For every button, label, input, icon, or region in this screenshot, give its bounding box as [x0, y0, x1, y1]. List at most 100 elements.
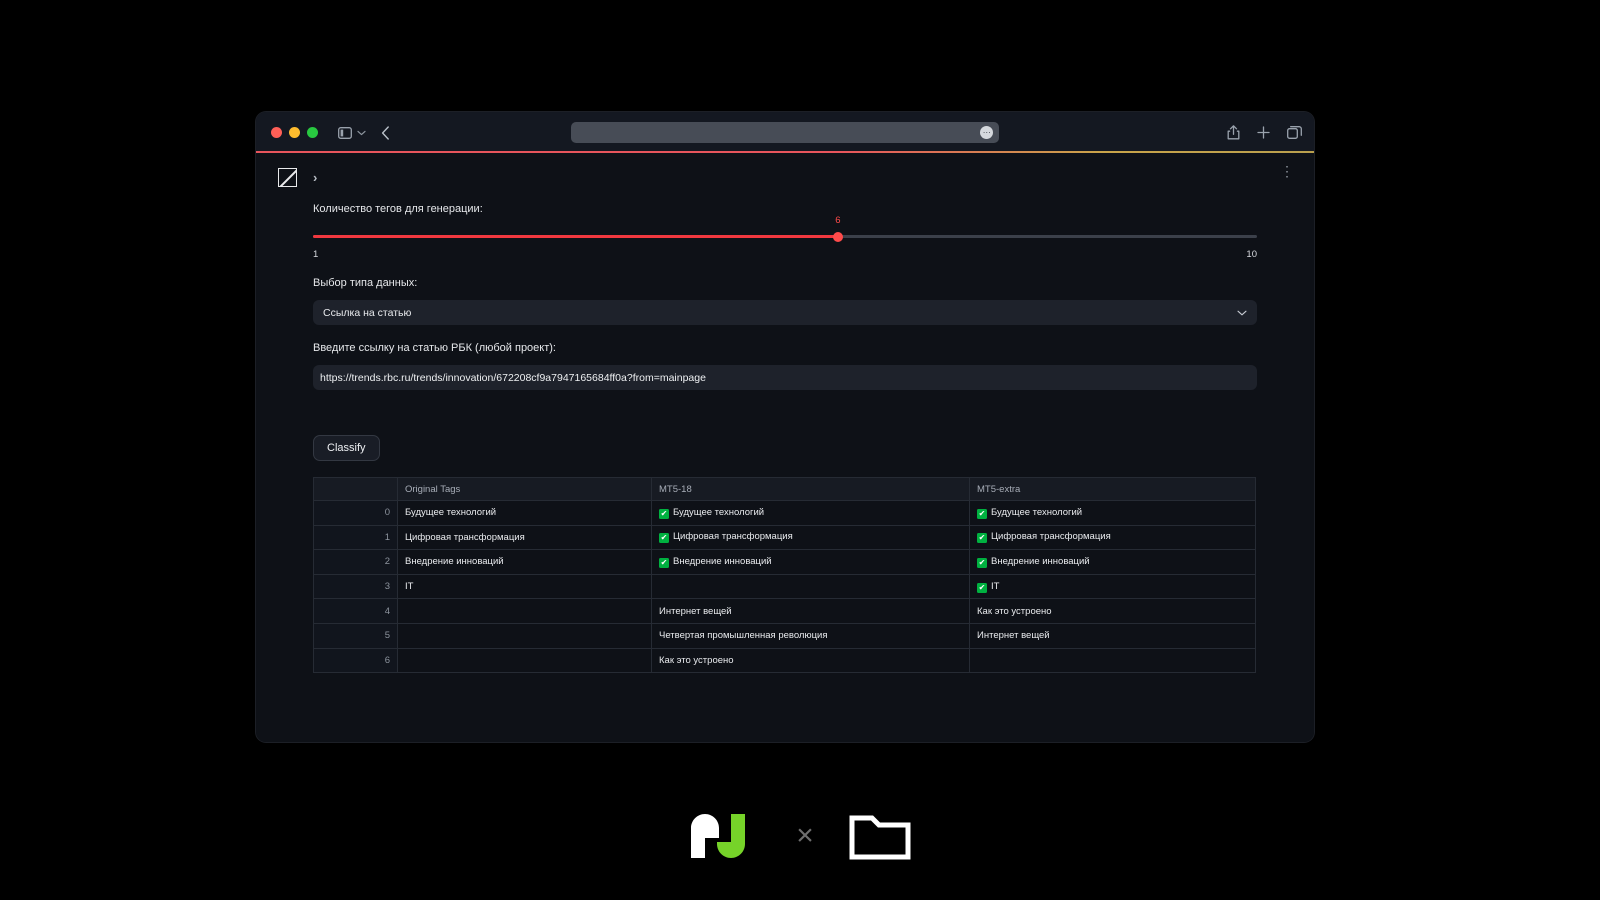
- cell-text: Внедрение инноваций: [673, 555, 772, 567]
- original-tag-cell: [397, 622, 652, 649]
- checkmark-icon: ✔: [659, 557, 669, 568]
- app-overflow-menu-icon[interactable]: ⋮: [1280, 164, 1294, 178]
- mt5-18-cell: [651, 573, 970, 600]
- table-body: 0 Будущее технологий ✔ Будущее технологий ✔ Б…: [313, 500, 1256, 674]
- cell-text: Будущее технологий: [673, 506, 765, 518]
- address-bar[interactable]: ⋯: [571, 122, 999, 143]
- original-tag-cell: Будущее технологий: [397, 500, 652, 526]
- tag-count-slider-label: Количество тегов для генерации:: [313, 203, 483, 215]
- table-header-row: Original Tags MT5-18 MT5-extra: [313, 477, 1256, 501]
- mt5-extra-cell: ✔ IT: [969, 573, 1256, 600]
- footer-logos: ×: [0, 800, 1600, 872]
- cell-text: Интернет вещей: [977, 630, 1050, 642]
- sidebar-toggle-icon[interactable]: [338, 121, 352, 145]
- checkmark-icon: ✔: [977, 533, 987, 544]
- mt5-extra-cell: Как это устроено: [969, 598, 1256, 624]
- column-header-mt5-18: MT5-18: [651, 477, 970, 501]
- slider-max-label: 10: [1246, 249, 1257, 260]
- mt5-extra-cell: [969, 647, 1256, 674]
- mt5-18-cell: ✔ Будущее технологий: [651, 500, 970, 526]
- app-header: › ⋮: [256, 153, 1314, 201]
- tab-overview-icon[interactable]: [1287, 121, 1302, 145]
- row-index-cell: 5: [313, 622, 398, 649]
- cell-text: Цифровая трансформация: [673, 531, 793, 543]
- original-tag-cell: [397, 647, 652, 674]
- original-tag-cell: IT: [397, 573, 652, 600]
- mt5-extra-cell: ✔ Будущее технологий: [969, 500, 1256, 526]
- chevron-down-icon[interactable]: [357, 121, 366, 145]
- slider-value-label: 6: [835, 215, 841, 226]
- chevron-down-icon[interactable]: [1237, 307, 1247, 319]
- checkmark-icon: ✔: [659, 508, 669, 519]
- data-type-select-group: Выбор типа данных: Ссылка на статью: [313, 277, 1257, 325]
- extension-badge-icon[interactable]: ⋯: [980, 126, 993, 139]
- mt5-18-cell: Четвертая промышленная революция: [651, 622, 970, 649]
- mt5-extra-cell: ✔ Внедрение инноваций: [969, 549, 1256, 575]
- slider-fill: [313, 235, 838, 238]
- data-type-select[interactable]: Ссылка на статью: [313, 300, 1257, 325]
- table-row: 0 Будущее технологий ✔ Будущее технологий ✔ Б…: [313, 500, 1256, 526]
- streamlit-app: › ⋮ Количество тегов для генерации: 6 1 …: [256, 153, 1314, 742]
- checkmark-icon: ✔: [977, 582, 987, 593]
- row-index-cell: 0: [313, 500, 398, 526]
- close-window-button[interactable]: [271, 127, 282, 138]
- expand-sidebar-chevron-icon[interactable]: ›: [313, 170, 317, 185]
- new-tab-icon[interactable]: [1257, 121, 1270, 145]
- minimize-window-button[interactable]: [289, 127, 300, 138]
- table-row: 3 IT ✔ IT: [313, 573, 1256, 600]
- cell-text: Четвертая промышленная революция: [659, 630, 828, 642]
- table-header: Original Tags MT5-18 MT5-extra: [313, 477, 1256, 501]
- mt5-18-cell: Как это устроено: [651, 647, 970, 674]
- cross-separator-icon: ×: [796, 819, 814, 852]
- row-index-cell: 6: [313, 647, 398, 674]
- original-tag-cell: [397, 598, 652, 624]
- table-row: 1 Цифровая трансформация ✔ Цифровая трансфо…: [313, 524, 1256, 551]
- mt5-18-cell: Интернет вещей: [651, 598, 970, 624]
- cell-text: Внедрение инноваций: [991, 555, 1090, 567]
- checkmark-icon: ✔: [977, 508, 987, 519]
- slider-thumb[interactable]: [832, 231, 843, 242]
- app-content: Количество тегов для генерации: 6 1 10 В…: [256, 203, 1314, 674]
- brand-logo-icon: [691, 814, 746, 858]
- share-icon[interactable]: [1227, 121, 1240, 145]
- mt5-extra-cell: Интернет вещей: [969, 622, 1256, 649]
- row-index-cell: 4: [313, 598, 398, 624]
- data-type-select-value: Ссылка на статью: [323, 306, 412, 319]
- column-header-original-tags: Original Tags: [397, 477, 652, 501]
- cell-text: Интернет вещей: [659, 605, 732, 617]
- original-tag-cell: Цифровая трансформация: [397, 524, 652, 551]
- cell-text: Цифровая трансформация: [991, 531, 1111, 543]
- broken-image-icon: [278, 167, 297, 187]
- mt5-18-cell: ✔ Внедрение инноваций: [651, 549, 970, 575]
- table-row: 2 Внедрение инноваций ✔ Внедрение инноваций…: [313, 549, 1256, 575]
- checkmark-icon: ✔: [659, 533, 669, 544]
- classification-results-table: Original Tags MT5-18 MT5-extra 0 Будущее …: [313, 477, 1256, 674]
- article-url-group: Введите ссылку на статью РБК (любой прое…: [313, 342, 1257, 390]
- mt5-extra-cell: ✔ Цифровая трансформация: [969, 524, 1256, 551]
- table-row: 5 Четвертая промышленная революция Интерне…: [313, 622, 1256, 649]
- tag-count-slider[interactable]: 6: [313, 215, 1257, 248]
- back-button[interactable]: [381, 121, 390, 145]
- table-row: 4 Интернет вещей Как это устроено: [313, 598, 1256, 624]
- toolbar-actions: [1227, 112, 1302, 153]
- browser-window: ⋯ › ⋮ Количество тегов для генерации: 6 …: [256, 112, 1314, 742]
- row-index-cell: 2: [313, 549, 398, 575]
- cell-text: Как это устроено: [977, 605, 1052, 617]
- cell-text: IT: [991, 580, 1000, 592]
- column-header-index: [313, 477, 398, 501]
- slider-min-label: 1: [313, 249, 319, 260]
- browser-toolbar: ⋯: [256, 112, 1314, 153]
- cell-text: Будущее технологий: [991, 506, 1083, 518]
- row-index-cell: 1: [313, 524, 398, 551]
- classify-button[interactable]: Classify: [313, 435, 380, 461]
- slider-range-labels: 1 10: [313, 249, 1257, 260]
- folder-icon: [849, 815, 911, 860]
- article-url-input[interactable]: https://trends.rbc.ru/trends/innovation/…: [313, 365, 1257, 390]
- maximize-window-button[interactable]: [307, 127, 318, 138]
- checkmark-icon: ✔: [977, 557, 987, 568]
- cell-text: Как это устроено: [659, 654, 734, 666]
- table-row: 6 Как это устроено: [313, 647, 1256, 674]
- column-header-mt5-extra: MT5-extra: [969, 477, 1256, 501]
- tag-count-slider-group: Количество тегов для генерации: 6 1 10: [313, 203, 1257, 260]
- mt5-18-cell: ✔ Цифровая трансформация: [651, 524, 970, 551]
